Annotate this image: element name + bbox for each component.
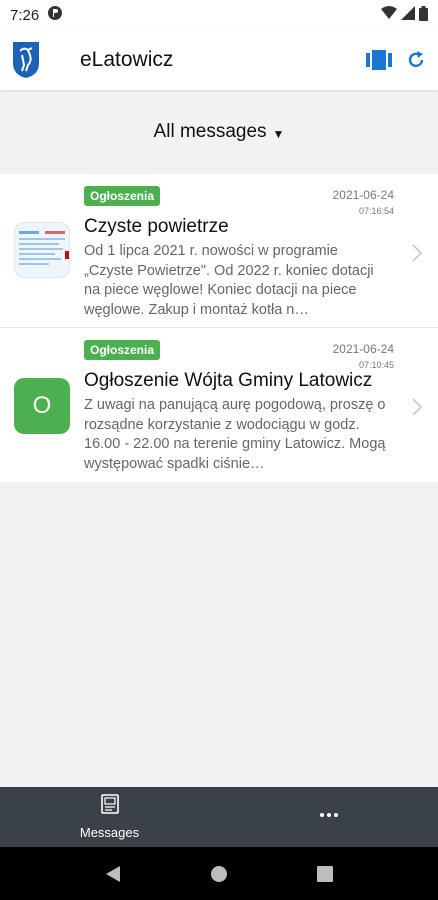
wifi-icon — [381, 6, 397, 24]
category-badge: Ogłoszenia — [84, 186, 161, 206]
message-list: Ogłoszenia 2021-06-24 07:16:54 Czyste po… — [0, 174, 438, 482]
category-badge: Ogłoszenia — [84, 340, 161, 360]
message-preview: Z uwagi na panującą aurę pogodową, prosz… — [84, 397, 386, 472]
bottom-tab-bar: Messages — [0, 787, 438, 847]
tab-messages[interactable]: Messages — [0, 787, 219, 847]
message-time: 07:10:45 — [358, 360, 394, 370]
message-preview: Od 1 lipca 2021 r. nowości w programie „… — [84, 243, 374, 318]
recents-icon[interactable] — [317, 865, 334, 882]
filter-label: All messages — [153, 121, 267, 142]
caret-down-icon: ▼ — [272, 127, 285, 141]
battery-icon — [419, 5, 428, 25]
carousel-view-icon[interactable] — [366, 50, 392, 70]
notification-icon — [47, 5, 63, 25]
message-title: Ogłoszenie Wójta Gminy Latowicz — [84, 370, 373, 391]
messages-icon — [100, 794, 120, 819]
message-date: 2021-06-24 — [332, 188, 394, 202]
message-time: 07:16:54 — [358, 206, 394, 216]
status-bar: 7:26 — [0, 0, 438, 30]
message-date: 2021-06-24 — [332, 342, 394, 356]
chevron-right-icon — [412, 398, 423, 421]
more-icon — [319, 805, 339, 823]
app-title: eLatowicz — [80, 48, 174, 71]
home-icon[interactable] — [210, 865, 228, 883]
system-nav-bar — [0, 847, 438, 900]
list-item[interactable]: O Ogłoszenia 2021-06-24 07:10:45 Ogłosze… — [0, 328, 438, 482]
message-filter-dropdown[interactable]: All messages ▼ — [0, 112, 438, 152]
document-thumbnail — [14, 222, 70, 278]
letter-avatar: O — [14, 378, 70, 434]
coat-of-arms-logo — [12, 41, 40, 79]
chevron-right-icon — [412, 244, 423, 267]
tab-label: Messages — [79, 825, 140, 840]
message-title: Czyste powietrze — [84, 216, 229, 237]
signal-icon — [401, 6, 415, 24]
tab-more[interactable] — [219, 787, 438, 847]
list-item[interactable]: Ogłoszenia 2021-06-24 07:16:54 Czyste po… — [0, 174, 438, 328]
app-bar: eLatowicz — [0, 30, 438, 90]
status-time: 7:26 — [10, 6, 40, 24]
refresh-icon[interactable] — [406, 50, 426, 70]
back-icon[interactable] — [105, 865, 121, 883]
